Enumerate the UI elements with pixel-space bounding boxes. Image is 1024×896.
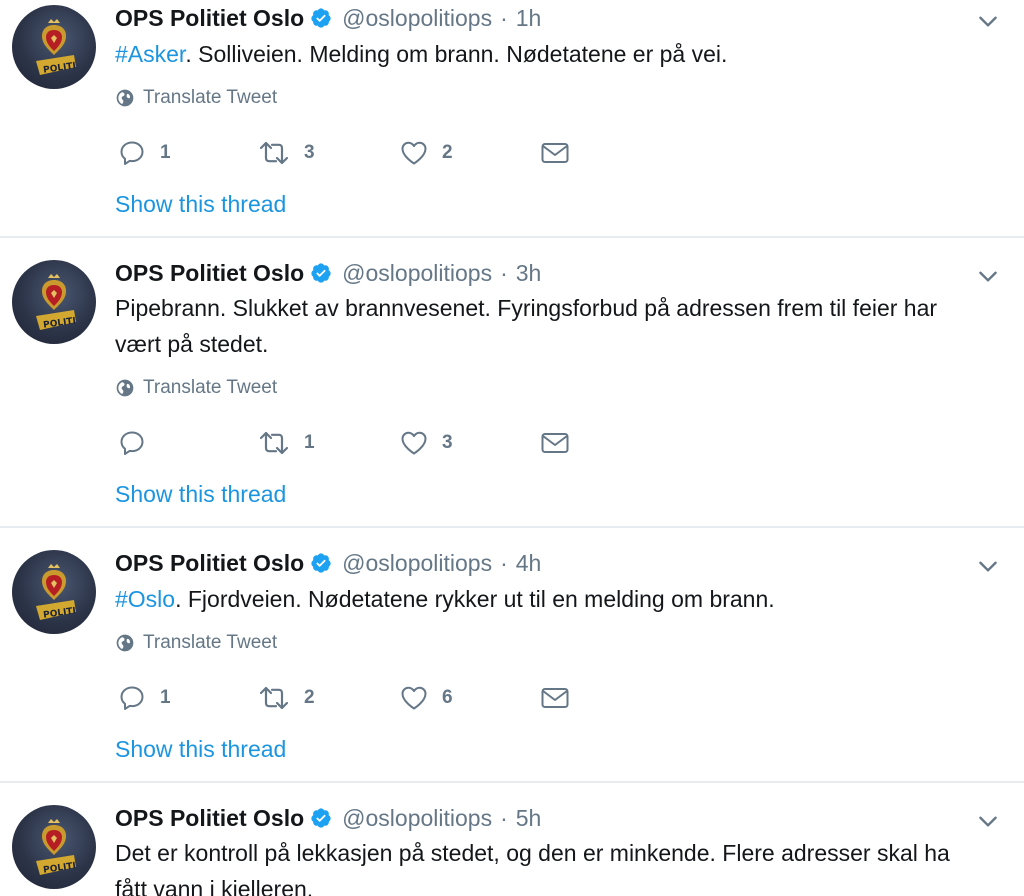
author-name[interactable]: OPS Politiet Oslo — [115, 260, 304, 287]
direct-message-button[interactable] — [540, 137, 570, 169]
heart-icon — [400, 429, 428, 457]
translate-tweet[interactable]: Translate Tweet — [115, 86, 277, 110]
retweet-button[interactable]: 2 — [258, 682, 315, 714]
reply-button[interactable]: 1 — [118, 682, 171, 714]
author-handle[interactable]: @oslopolitiops — [342, 805, 492, 832]
avatar[interactable] — [12, 550, 96, 634]
tweet-text: Det er kontroll på lekkasjen på stedet, … — [115, 835, 1010, 896]
avatar[interactable] — [12, 260, 96, 344]
like-count: 2 — [442, 142, 453, 163]
action-bar: 1 2 6 — [118, 682, 598, 714]
timestamp[interactable]: 4h — [516, 550, 542, 577]
separator: · — [500, 804, 508, 831]
hashtag-link[interactable]: #Asker — [115, 41, 185, 67]
retweet-icon — [258, 684, 290, 712]
translate-tweet[interactable]: Translate Tweet — [115, 376, 277, 400]
action-bar: 1 3 — [118, 427, 598, 459]
action-bar: 1 3 2 — [118, 137, 598, 169]
reply-icon — [118, 684, 146, 712]
tweet-body-line-1: Det er kontroll på lekkasjen på stedet, … — [115, 840, 950, 866]
timestamp[interactable]: 5h — [516, 805, 542, 832]
tweet-text: Pipebrann. Slukket av brannvesenet. Fyri… — [115, 290, 1010, 362]
reply-count: 1 — [160, 687, 171, 708]
verified-icon — [310, 7, 332, 29]
author-name[interactable]: OPS Politiet Oslo — [115, 805, 304, 832]
like-button[interactable]: 2 — [400, 137, 453, 169]
translate-label: Translate Tweet — [143, 87, 278, 108]
avatar[interactable] — [12, 5, 96, 89]
tweet-body-line-1: Pipebrann. Slukket av brannvesenet. Fyri… — [115, 295, 938, 321]
separator: · — [500, 4, 508, 31]
globe-icon — [115, 633, 135, 653]
author-handle[interactable]: @oslopolitiops — [342, 260, 492, 287]
globe-icon — [115, 378, 135, 398]
verified-icon — [310, 262, 332, 284]
direct-message-button[interactable] — [540, 427, 570, 459]
chevron-down-icon[interactable] — [975, 8, 1001, 34]
tweet-body: . Fjordveien. Nødetatene rykker ut til e… — [175, 586, 775, 612]
reply-icon — [118, 429, 146, 457]
tweet-body-line-2: vært på stedet. — [115, 331, 269, 357]
envelope-icon — [540, 140, 570, 166]
author-handle[interactable]: @oslopolitiops — [342, 550, 492, 577]
direct-message-button[interactable] — [540, 682, 570, 714]
show-thread-link[interactable]: Show this thread — [115, 191, 286, 218]
retweet-icon — [258, 139, 290, 167]
retweet-button[interactable]: 3 — [258, 137, 315, 169]
like-button[interactable]: 6 — [400, 682, 453, 714]
tweet-header: OPS Politiet Oslo @oslopolitiops · 3h — [115, 258, 541, 288]
verified-icon — [310, 807, 332, 829]
tweet-header: OPS Politiet Oslo @oslopolitiops · 5h — [115, 803, 541, 833]
police-badge-icon — [12, 550, 96, 634]
chevron-down-icon[interactable] — [975, 553, 1001, 579]
tweet-body-line-2: fått vann i kjelleren. — [115, 876, 314, 896]
like-button[interactable]: 3 — [400, 427, 453, 459]
reply-count: 1 — [160, 142, 171, 163]
separator: · — [500, 259, 508, 286]
tweet-4[interactable]: OPS Politiet Oslo @oslopolitiops · 5h De… — [0, 783, 1024, 896]
envelope-icon — [540, 430, 570, 456]
retweet-icon — [258, 429, 290, 457]
separator: · — [500, 549, 508, 576]
like-count: 3 — [442, 432, 453, 453]
translate-label: Translate Tweet — [143, 632, 278, 653]
globe-icon — [115, 88, 135, 108]
tweet-text: #Oslo. Fjordveien. Nødetatene rykker ut … — [115, 581, 1010, 617]
show-thread-link[interactable]: Show this thread — [115, 736, 286, 763]
tweet-header: OPS Politiet Oslo @oslopolitiops · 1h — [115, 3, 541, 33]
reply-button[interactable] — [118, 427, 160, 459]
tweet-1[interactable]: OPS Politiet Oslo @oslopolitiops · 1h #A… — [0, 0, 1024, 238]
tweet-header: OPS Politiet Oslo @oslopolitiops · 4h — [115, 548, 541, 578]
tweet-body: . Solliveien. Melding om brann. Nødetate… — [185, 41, 728, 67]
chevron-down-icon[interactable] — [975, 263, 1001, 289]
police-badge-icon — [12, 260, 96, 344]
show-thread-link[interactable]: Show this thread — [115, 481, 286, 508]
author-handle[interactable]: @oslopolitiops — [342, 5, 492, 32]
police-badge-icon — [12, 5, 96, 89]
verified-icon — [310, 552, 332, 574]
tweet-3[interactable]: OPS Politiet Oslo @oslopolitiops · 4h #O… — [0, 528, 1024, 783]
envelope-icon — [540, 685, 570, 711]
heart-icon — [400, 139, 428, 167]
reply-icon — [118, 139, 146, 167]
hashtag-link[interactable]: #Oslo — [115, 586, 175, 612]
reply-button[interactable]: 1 — [118, 137, 171, 169]
heart-icon — [400, 684, 428, 712]
retweet-count: 2 — [304, 687, 315, 708]
like-count: 6 — [442, 687, 453, 708]
retweet-count: 1 — [304, 432, 315, 453]
author-name[interactable]: OPS Politiet Oslo — [115, 5, 304, 32]
timestamp[interactable]: 1h — [516, 5, 542, 32]
chevron-down-icon[interactable] — [975, 808, 1001, 834]
author-name[interactable]: OPS Politiet Oslo — [115, 550, 304, 577]
retweet-count: 3 — [304, 142, 315, 163]
timestamp[interactable]: 3h — [516, 260, 542, 287]
translate-tweet[interactable]: Translate Tweet — [115, 631, 277, 655]
avatar[interactable] — [12, 805, 96, 889]
tweet-2[interactable]: OPS Politiet Oslo @oslopolitiops · 3h Pi… — [0, 238, 1024, 528]
tweet-text: #Asker. Solliveien. Melding om brann. Nø… — [115, 36, 1010, 72]
police-badge-icon — [12, 805, 96, 889]
translate-label: Translate Tweet — [143, 377, 278, 398]
retweet-button[interactable]: 1 — [258, 427, 315, 459]
